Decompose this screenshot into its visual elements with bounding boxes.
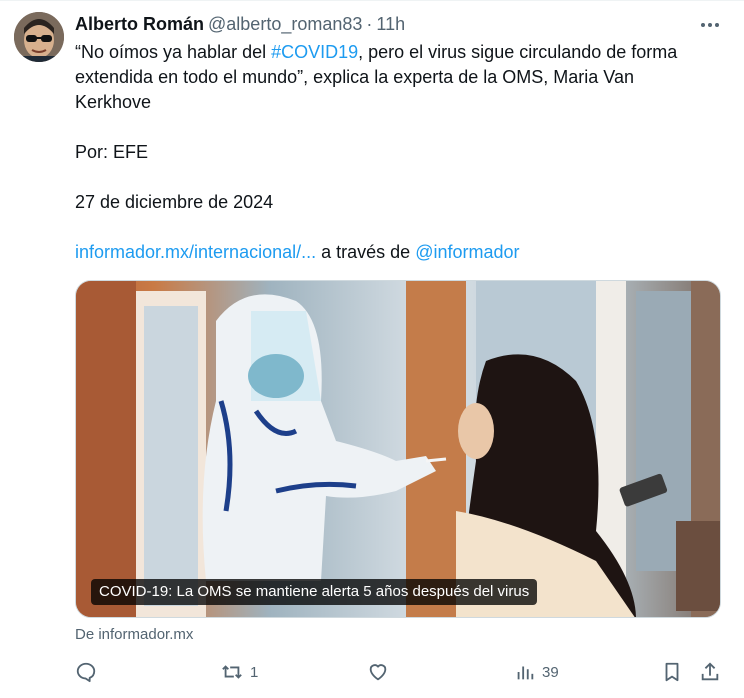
bookmark-icon — [665, 662, 679, 682]
more-button[interactable] — [694, 12, 726, 38]
quote-text-4: Kerkhove — [75, 92, 152, 112]
views-button[interactable]: 39 — [514, 658, 559, 686]
retweet-icon — [222, 665, 242, 679]
more-icon — [701, 23, 719, 27]
share-icon — [701, 662, 719, 681]
hashtag-link[interactable]: #COVID19 — [271, 42, 358, 62]
source-line: Por: EFE — [75, 142, 149, 162]
card-image — [76, 281, 720, 617]
tweet-header: Alberto Román @alberto_roman83 · 11h — [75, 12, 405, 36]
quote-text-2: , pero el virus sigue circulando de form… — [358, 42, 678, 62]
bookmark-button[interactable] — [661, 658, 683, 686]
date-line: 27 de diciembre de 2024 — [75, 192, 274, 212]
share-button[interactable] — [699, 658, 721, 686]
reply-icon — [76, 662, 96, 683]
card-title: COVID-19: La OMS se mantiene alerta 5 añ… — [91, 579, 538, 605]
views-count: 39 — [542, 663, 559, 681]
reply-button[interactable] — [75, 658, 97, 686]
tweet-text: “No oímos ya hablar del #COVID19, pero e… — [75, 40, 715, 265]
author-handle[interactable]: @alberto_roman83 — [208, 14, 362, 35]
article-link[interactable]: informador.mx/internacional/... — [75, 242, 316, 262]
action-bar: 1 39 — [75, 658, 725, 686]
views-icon — [517, 666, 534, 680]
via-text: a través de — [316, 242, 416, 262]
like-icon — [369, 664, 387, 681]
top-divider — [0, 0, 744, 1]
quote-text-1: “No oímos ya hablar del — [75, 42, 272, 62]
retweet-count: 1 — [250, 663, 259, 681]
retweet-button[interactable]: 1 — [220, 658, 258, 686]
like-button[interactable] — [367, 658, 389, 686]
timestamp[interactable]: 11h — [376, 14, 405, 35]
avatar[interactable] — [14, 12, 64, 62]
card-domain[interactable]: De informador.mx — [75, 626, 193, 643]
mention-link[interactable]: @informador — [415, 242, 519, 262]
quote-text-3: extendida en todo el mundo”, explica la … — [75, 67, 634, 87]
author-name[interactable]: Alberto Román — [75, 14, 204, 35]
link-card[interactable]: COVID-19: La OMS se mantiene alerta 5 añ… — [75, 280, 721, 618]
separator: · — [366, 13, 373, 34]
